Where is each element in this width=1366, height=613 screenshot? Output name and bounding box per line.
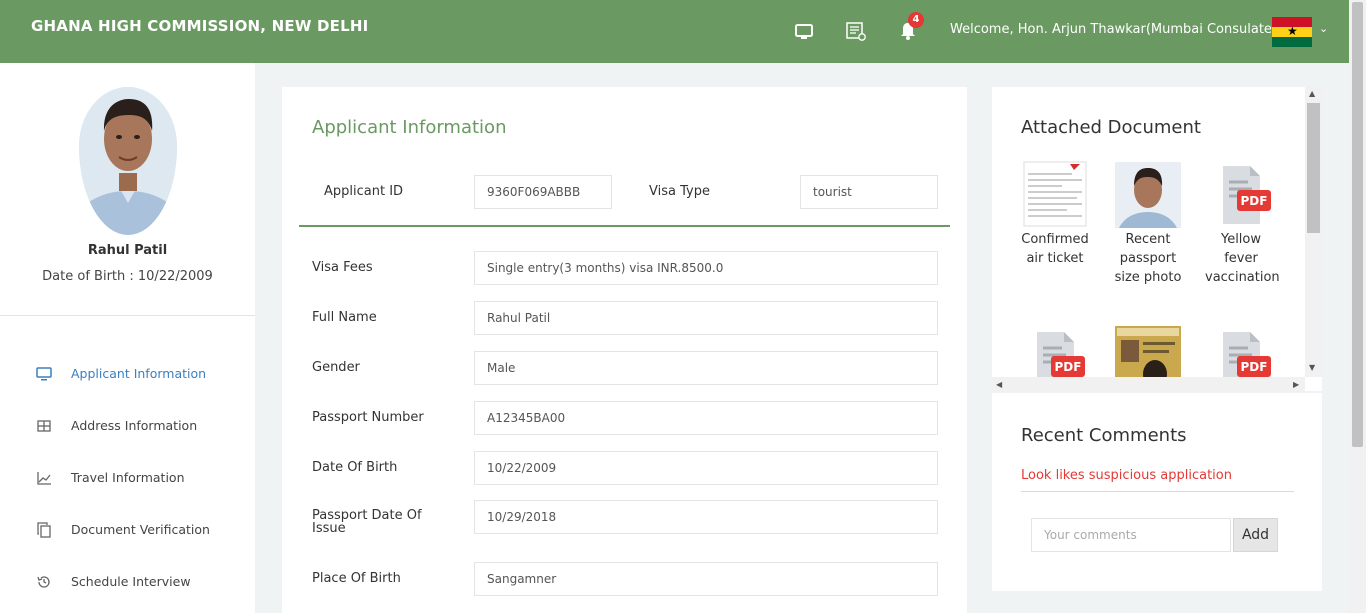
document-item[interactable]: PDF <box>1019 326 1091 377</box>
scroll-right-icon[interactable]: ▶ <box>1293 380 1299 389</box>
scroll-left-icon[interactable]: ◀ <box>996 380 1002 389</box>
sidebar-item-label: Document Verification <box>71 522 210 537</box>
field-label-visa-fees: Visa Fees <box>312 260 373 275</box>
attached-documents-panel: Attached Document Confirmed air ticket R… <box>992 87 1322 391</box>
comment-input[interactable]: Your comments <box>1031 518 1231 552</box>
field-label-place-of-birth: Place Of Birth <box>312 571 401 586</box>
sidebar-item-travel-information[interactable]: Travel Information <box>0 463 255 493</box>
scroll-up-icon[interactable]: ▲ <box>1309 89 1315 98</box>
history-icon <box>35 573 53 591</box>
divider <box>0 315 255 316</box>
visa-type-label: Visa Type <box>649 184 710 199</box>
table-icon <box>35 417 53 435</box>
divider <box>1021 491 1294 492</box>
section-title: Applicant Information <box>312 117 507 138</box>
field-label-gender: Gender <box>312 360 360 375</box>
document-label: Yellow fever vaccination <box>1205 232 1280 285</box>
chevron-down-icon[interactable]: ⌄ <box>1319 22 1328 35</box>
documents-vertical-scrollbar[interactable]: ▲ ▼ <box>1305 87 1322 377</box>
comment-item: Look likes suspicious application <box>1021 468 1232 483</box>
avatar <box>79 87 177 235</box>
recent-comments-title: Recent Comments <box>1021 425 1187 446</box>
monitor-icon[interactable] <box>793 20 815 42</box>
full-name-field[interactable]: Rahul Patil <box>474 301 938 335</box>
add-comment-button[interactable]: Add <box>1233 518 1278 552</box>
document-item[interactable]: Recent passport size photo <box>1112 160 1184 287</box>
applicant-id-label: Applicant ID <box>324 184 404 199</box>
field-label-passport-number: Passport Number <box>312 410 424 425</box>
passport-date-of-issue-field[interactable]: 10/29/2018 <box>474 500 938 534</box>
date-of-birth-field[interactable]: 10/22/2009 <box>474 451 938 485</box>
svg-text:PDF: PDF <box>1055 360 1082 374</box>
recent-comments-panel: Recent Comments Look likes suspicious ap… <box>992 393 1322 591</box>
scroll-down-icon[interactable]: ▼ <box>1309 363 1315 372</box>
field-label-passport-date-of-issue: Passport Date Of Issue <box>312 508 422 536</box>
documents-horizontal-scrollbar[interactable]: ◀ ▶ <box>992 377 1305 392</box>
applicant-id-field[interactable]: 9360F069ABBB <box>474 175 612 209</box>
svg-text:PDF: PDF <box>1241 194 1268 208</box>
report-icon[interactable] <box>845 20 867 42</box>
notification-badge: 4 <box>908 12 924 28</box>
sidebar-item-address-information[interactable]: Address Information <box>0 411 255 441</box>
divider <box>299 225 950 227</box>
sidebar-item-label: Travel Information <box>71 470 185 485</box>
sidebar-item-label: Applicant Information <box>71 366 207 381</box>
pdf-icon: PDF <box>1208 326 1274 377</box>
place-of-birth-field[interactable]: Sangamner <box>474 562 938 596</box>
field-label-full-name: Full Name <box>312 310 377 325</box>
document-label: Recent passport size photo <box>1114 232 1182 285</box>
field-label-date-of-birth: Date Of Birth <box>312 460 398 475</box>
monitor-icon <box>35 365 53 383</box>
top-bar: GHANA HIGH COMMISSION, NEW DELHI 4 Welco… <box>0 0 1366 63</box>
welcome-text: Welcome, Hon. Arjun Thawkar(Mumbai Consu… <box>950 22 1284 37</box>
ticket-thumbnail <box>1022 160 1088 228</box>
sidebar: Rahul Patil Date of Birth : 10/22/2009 A… <box>0 63 255 613</box>
ghana-flag-icon[interactable]: ★ <box>1272 17 1312 47</box>
page-scrollbar[interactable] <box>1349 0 1366 613</box>
sidebar-item-label: Address Information <box>71 418 198 433</box>
applicant-name: Rahul Patil <box>87 243 168 258</box>
copy-icon <box>35 521 53 539</box>
id-card-thumbnail <box>1115 326 1181 377</box>
visa-type-field[interactable]: tourist <box>800 175 938 209</box>
sidebar-item-schedule-interview[interactable]: Schedule Interview <box>0 567 255 597</box>
document-item[interactable]: Confirmed air ticket <box>1019 160 1091 268</box>
svg-text:PDF: PDF <box>1241 360 1268 374</box>
pdf-icon: PDF <box>1208 160 1274 228</box>
visa-fees-field[interactable]: Single entry(3 months) visa INR.8500.0 <box>474 251 938 285</box>
document-item[interactable]: PDF Yellow fever vaccination <box>1205 160 1280 287</box>
applicant-information-card: Applicant Information Applicant ID 9360F… <box>282 87 967 613</box>
document-item[interactable] <box>1112 326 1184 377</box>
sidebar-item-document-verification[interactable]: Document Verification <box>0 515 255 545</box>
document-item[interactable]: PDF <box>1205 326 1277 377</box>
app-title: GHANA HIGH COMMISSION, NEW DELHI <box>31 17 369 35</box>
passport-number-field[interactable]: A12345BA00 <box>474 401 938 435</box>
sidebar-item-applicant-information[interactable]: Applicant Information <box>0 359 255 389</box>
pdf-icon: PDF <box>1022 326 1088 377</box>
line-chart-icon <box>35 469 53 487</box>
document-label: Confirmed air ticket <box>1021 232 1089 266</box>
passport-photo-thumbnail <box>1115 160 1181 228</box>
gender-field[interactable]: Male <box>474 351 938 385</box>
sidebar-item-label: Schedule Interview <box>71 574 191 589</box>
applicant-dob: Date of Birth : 10/22/2009 <box>42 269 213 284</box>
attached-documents-title: Attached Document <box>1021 117 1201 138</box>
